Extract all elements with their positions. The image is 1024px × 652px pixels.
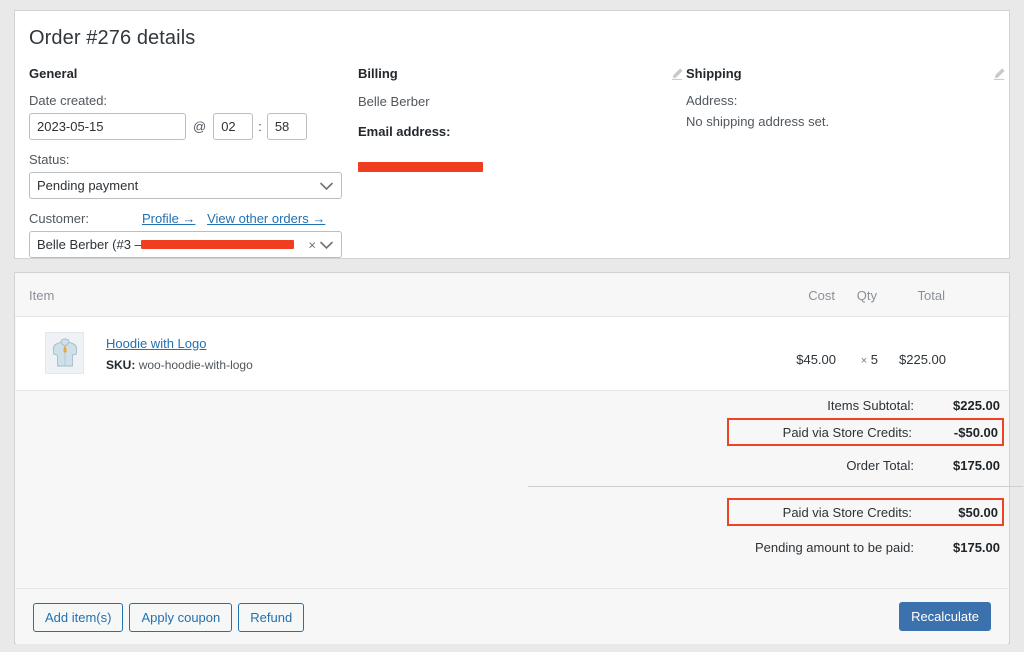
items-subtotal-value: $225.00	[953, 397, 1000, 413]
customer-redaction-bar	[141, 240, 294, 249]
product-thumbnail[interactable]	[45, 332, 84, 374]
hour-input[interactable]	[213, 113, 254, 140]
billing-name: Belle Berber	[358, 94, 430, 109]
view-other-orders-link[interactable]: View other orders →	[207, 211, 325, 226]
date-created-label: Date created:	[29, 93, 108, 108]
customer-select[interactable]: ×	[29, 231, 342, 258]
minute-input[interactable]	[266, 113, 307, 140]
column-header-qty: Qty	[856, 288, 877, 303]
customer-label: Customer:	[29, 211, 89, 226]
item-cost: $45.00	[796, 352, 836, 367]
sku-value: woo-hoodie-with-logo	[138, 358, 253, 372]
multiply-icon: ×	[860, 355, 868, 367]
column-header-item: Item	[29, 288, 55, 303]
at-symbol: @	[193, 119, 207, 134]
item-total: $225.00	[899, 352, 946, 367]
customer-label-row: Customer: Profile → View other orders →	[29, 211, 359, 227]
totals-row-pending-amount: Pending amount to be paid: $175.00	[474, 534, 1004, 560]
general-heading: General	[29, 66, 78, 81]
product-sku: SKU: woo-hoodie-with-logo	[106, 358, 253, 372]
column-header-cost: Cost	[808, 288, 835, 303]
product-name-link[interactable]: Hoodie with Logo	[106, 336, 206, 351]
order-items-panel: Item Cost Qty Total Hoodie with Logo SKU…	[14, 272, 1023, 644]
item-qty: × 5	[842, 352, 878, 367]
items-table-header: Item Cost Qty Total	[15, 273, 1009, 317]
item-qty-value: 5	[870, 352, 878, 367]
sku-label: SKU:	[106, 358, 136, 372]
order-totals: Items Subtotal: $225.00 Paid via Store C…	[16, 392, 1023, 588]
items-footer: Add item(s) Apply coupon Refund Recalcul…	[16, 588, 1008, 644]
totals-row-paid-via-store-credits-negative: Paid via Store Credits: -$50.00	[727, 418, 1004, 446]
time-colon: :	[258, 119, 262, 134]
shipping-heading-row: Shipping	[686, 67, 1006, 93]
apply-coupon-button[interactable]: Apply coupon	[129, 603, 233, 632]
order-details-panel: Order #276 details General Date created:…	[14, 10, 1010, 259]
order-edit-screen: Order #276 details General Date created:…	[0, 0, 1024, 652]
billing-email-value	[358, 144, 684, 178]
store-credits-label-2: Paid via Store Credits:	[782, 504, 912, 520]
shipping-address-label: Address:	[686, 93, 738, 108]
status-select[interactable]	[29, 172, 342, 199]
store-credits-value-1: -$50.00	[953, 424, 998, 440]
profile-link[interactable]: Profile →	[142, 211, 195, 226]
store-credits-value-2: $50.00	[958, 504, 998, 520]
totals-divider	[528, 486, 1023, 487]
edit-shipping-pencil-icon[interactable]	[992, 67, 1006, 81]
billing-heading-row: Billing	[358, 67, 684, 93]
date-created-row: @ :	[29, 113, 359, 140]
table-row: Hoodie with Logo SKU: woo-hoodie-with-lo…	[16, 317, 1008, 391]
clear-customer-icon[interactable]: ×	[308, 238, 316, 251]
pending-amount-label: Pending amount to be paid:	[754, 539, 914, 555]
order-total-value: $175.00	[953, 457, 1000, 473]
items-subtotal-label: Items Subtotal:	[827, 397, 914, 413]
pending-amount-value: $175.00	[953, 539, 1000, 555]
shipping-heading: Shipping	[686, 66, 742, 81]
status-label: Status:	[29, 152, 70, 167]
add-items-button[interactable]: Add item(s)	[33, 603, 124, 632]
refund-button[interactable]: Refund	[238, 603, 305, 632]
edit-billing-pencil-icon[interactable]	[670, 67, 684, 81]
general-column: General Date created: @ : Status: Custom…	[29, 67, 359, 258]
customer-links: Profile → View other orders →	[142, 211, 325, 226]
totals-row-order-total: Order Total: $175.00	[474, 452, 1004, 478]
totals-row-items-subtotal: Items Subtotal: $225.00	[474, 392, 1004, 418]
shipping-address-value: No shipping address set.	[686, 114, 830, 129]
page-title: Order #276 details	[29, 27, 196, 49]
shipping-column: Shipping Address: No shipping address se…	[686, 67, 1006, 133]
column-header-total: Total	[917, 288, 945, 303]
status-select-value[interactable]	[29, 172, 342, 199]
footer-left-actions: Add item(s) Apply coupon Refund	[33, 603, 305, 632]
totals-row-paid-via-store-credits-positive: Paid via Store Credits: $50.00	[727, 498, 1004, 526]
store-credits-label-1: Paid via Store Credits:	[782, 424, 912, 440]
billing-heading: Billing	[358, 66, 398, 81]
billing-column: Billing Belle Berber Email address:	[358, 67, 684, 178]
footer-right-actions: Recalculate	[899, 602, 991, 631]
email-redaction-bar	[358, 162, 483, 172]
order-total-label: Order Total:	[846, 457, 914, 473]
billing-email-label: Email address:	[358, 124, 451, 139]
recalculate-button[interactable]: Recalculate	[899, 602, 991, 631]
date-created-input[interactable]	[29, 113, 186, 140]
